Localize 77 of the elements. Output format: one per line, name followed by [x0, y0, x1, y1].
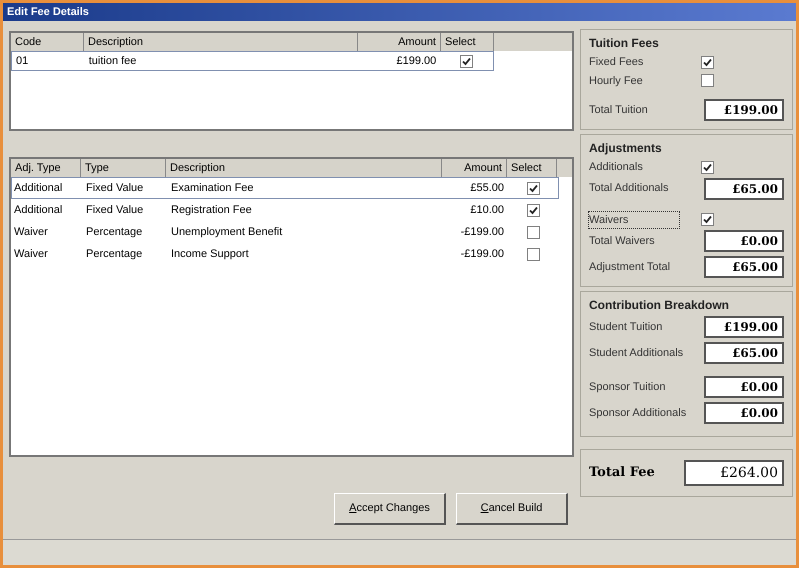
table-cell-text: £199.00 [395, 54, 438, 69]
table-cell-text: Fixed Value [85, 202, 144, 218]
value-field: £0.00 [704, 402, 784, 424]
table-cell-text: Income Support [170, 246, 250, 262]
column-header: Code [11, 33, 84, 51]
table-cell-text: tuition fee [88, 54, 138, 69]
field-label: Total Additionals [589, 181, 668, 196]
checkmark-icon [703, 58, 712, 67]
table-row[interactable]: 01 tuition fee £199.00 [11, 51, 494, 71]
table-cell-text: -£199.00 [460, 224, 505, 240]
total-value: £264.00 [684, 460, 784, 486]
table-row[interactable]: Additional Fixed Value Examination Fee £55.00 [11, 177, 559, 199]
table-cell-text: Additional [13, 180, 64, 196]
checkbox[interactable] [701, 74, 714, 88]
field-label: Sponsor Additionals [589, 406, 686, 421]
value-field: £0.00 [704, 230, 784, 252]
group-title: Contribution Breakdown [589, 297, 730, 314]
value-field: £0.00 [704, 376, 784, 398]
group-title: Tuition Fees [589, 35, 660, 52]
table-cell-text: £10.00 [469, 202, 505, 218]
checkbox[interactable] [701, 160, 714, 174]
checkbox-label: Additionals [589, 160, 644, 175]
table-cell-text: Waiver [13, 246, 49, 262]
table-cell-text: Percentage [85, 224, 144, 240]
value-field: £199.00 [704, 99, 784, 121]
checkmark-icon [703, 162, 712, 172]
table-cell-text: -£199.00 [460, 246, 505, 262]
value-field: £199.00 [704, 316, 784, 338]
table-cell-text: Percentage [85, 246, 144, 262]
dialog-button[interactable]: Cancel Build [456, 493, 568, 525]
checkbox-label: Fixed Fees [589, 55, 644, 70]
checkbox[interactable] [701, 213, 714, 226]
header-filler [557, 159, 572, 177]
table-row[interactable]: Waiver Percentage Income Support -£199.00 [11, 243, 559, 265]
table-cell-text: Examination Fee [170, 180, 255, 196]
column-header: Description [84, 33, 358, 51]
checkmark-icon [528, 184, 538, 192]
checkbox-label: Hourly Fee [589, 74, 644, 88]
checkmark-icon [528, 206, 538, 214]
column-header: Amount [358, 33, 441, 51]
column-header: Type [81, 159, 166, 177]
checkbox[interactable] [526, 226, 540, 238]
dialog-button[interactable]: Accept Changes [334, 493, 446, 525]
table-cell-text: Registration Fee [170, 202, 253, 218]
group-title: Adjustments [589, 140, 663, 157]
checkbox[interactable] [701, 56, 714, 69]
column-header: Amount [442, 159, 507, 177]
total-label: Total Fee [589, 464, 655, 482]
value-field: £65.00 [704, 342, 784, 364]
checkbox[interactable] [460, 54, 474, 68]
table-cell-text: £55.00 [469, 180, 505, 196]
checkbox[interactable] [526, 182, 540, 194]
table-row[interactable]: Waiver Percentage Unemployment Benefit -£199.00 [11, 221, 559, 243]
column-header: Select [507, 159, 557, 177]
column-header: Adj. Type [11, 159, 81, 177]
checkmark-icon [462, 56, 472, 66]
field-label: Student Tuition [589, 320, 662, 335]
column-header: Select [441, 33, 494, 51]
field-label: Sponsor Tuition [589, 380, 666, 395]
table-cell-text: Unemployment Benefit [170, 224, 284, 240]
checkmark-icon [703, 215, 712, 224]
field-label: Total Waivers [589, 234, 655, 249]
checkbox[interactable] [526, 204, 540, 216]
checkbox-label: Waivers [589, 212, 679, 228]
table-cell-text: Waiver [13, 224, 49, 240]
checkbox[interactable] [526, 248, 540, 260]
window-title: Edit Fee Details [7, 4, 89, 20]
table-cell-text: Fixed Value [85, 180, 144, 196]
value-field: £65.00 [704, 256, 784, 278]
value-field: £65.00 [704, 178, 784, 200]
table-row[interactable]: Additional Fixed Value Registration Fee £10.00 [11, 199, 559, 221]
column-header: Description [166, 159, 442, 177]
field-label: Adjustment Total [589, 260, 670, 275]
table-cell-text: Additional [13, 202, 64, 218]
table-cell-text: 01 [15, 54, 30, 69]
field-label: Student Additionals [589, 346, 684, 361]
field-label: Total Tuition [589, 102, 648, 118]
